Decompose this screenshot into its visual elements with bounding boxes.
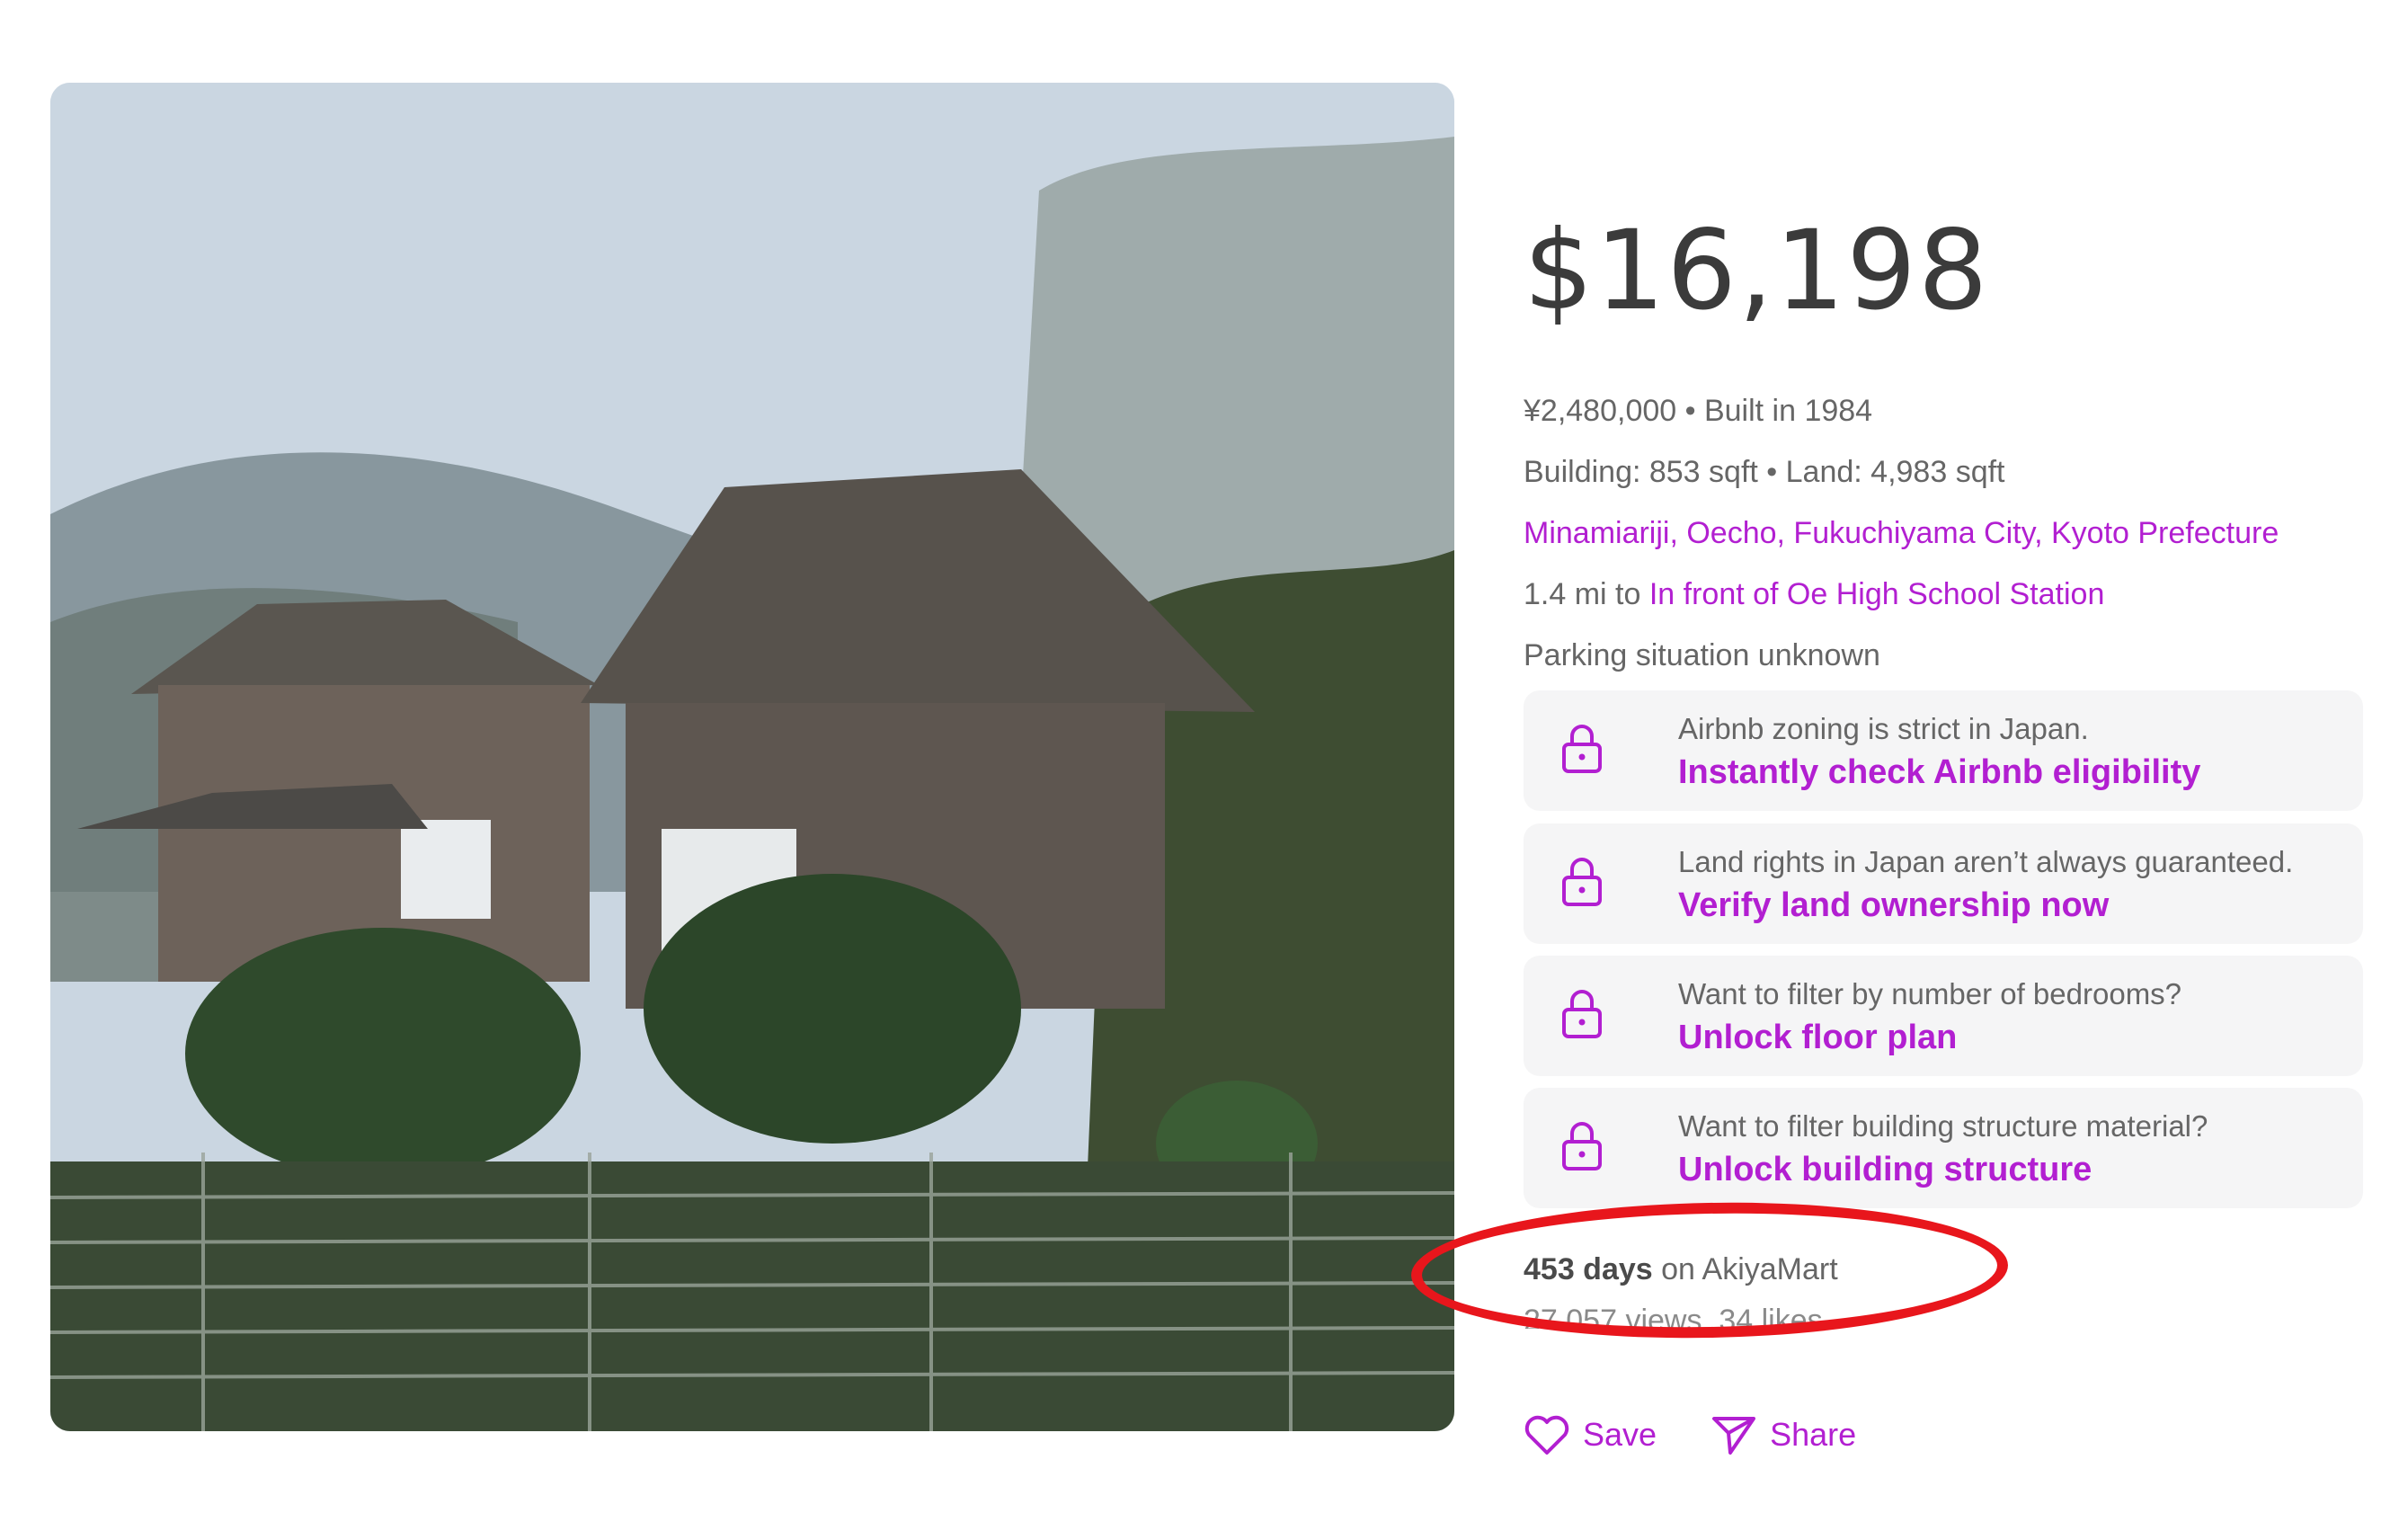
highlight-circle-annotation [1409, 1197, 2010, 1343]
price: $16,198 [1524, 207, 1990, 334]
land-ownership-card[interactable]: Land rights in Japan aren’t always guara… [1524, 823, 2363, 944]
save-label: Save [1583, 1416, 1657, 1453]
address-link[interactable]: Minamiariji, Oecho, Fukuchiyama City, Ky… [1524, 516, 2279, 551]
card-message: Airbnb zoning is strict in Japan. [1678, 712, 2089, 745]
airbnb-eligibility-link[interactable]: Instantly check Airbnb eligibility [1678, 753, 2200, 792]
size-info: Building: 853 sqft • Land: 4,983 sqft [1524, 455, 2005, 489]
verify-land-link[interactable]: Verify land ownership now [1678, 886, 2109, 925]
lock-icon [1562, 858, 1602, 906]
lock-icon [1562, 725, 1602, 773]
action-bar: Save Share [1524, 1413, 1856, 1456]
floor-plan-card[interactable]: Want to filter by number of bedrooms? Un… [1524, 956, 2363, 1076]
card-message: Land rights in Japan aren’t always guara… [1678, 845, 2294, 878]
share-icon [1712, 1417, 1756, 1455]
save-button[interactable]: Save [1524, 1413, 1657, 1456]
unlock-structure-link[interactable]: Unlock building structure [1678, 1151, 2092, 1189]
yen-price-and-year: ¥2,480,000 • Built in 1984 [1524, 394, 1873, 428]
lock-icon [1562, 1122, 1602, 1170]
heart-icon [1524, 1415, 1569, 1455]
card-message: Want to filter building structure materi… [1678, 1109, 2208, 1143]
station-link[interactable]: In front of Oe High School Station [1649, 577, 2105, 611]
station-distance: 1.4 mi to [1524, 577, 1641, 611]
lock-icon [1562, 990, 1602, 1038]
station-info: 1.4 mi to In front of Oe High School Sta… [1524, 577, 2104, 612]
parking-info: Parking situation unknown [1524, 638, 1880, 672]
airbnb-check-card[interactable]: Airbnb zoning is strict in Japan. Instan… [1524, 690, 2363, 811]
building-structure-card[interactable]: Want to filter building structure materi… [1524, 1088, 2363, 1208]
property-photo[interactable] [50, 83, 1454, 1431]
share-button[interactable]: Share [1710, 1413, 1856, 1456]
card-message: Want to filter by number of bedrooms? [1678, 977, 2182, 1010]
unlock-floor-plan-link[interactable]: Unlock floor plan [1678, 1019, 1957, 1057]
share-label: Share [1770, 1416, 1857, 1453]
